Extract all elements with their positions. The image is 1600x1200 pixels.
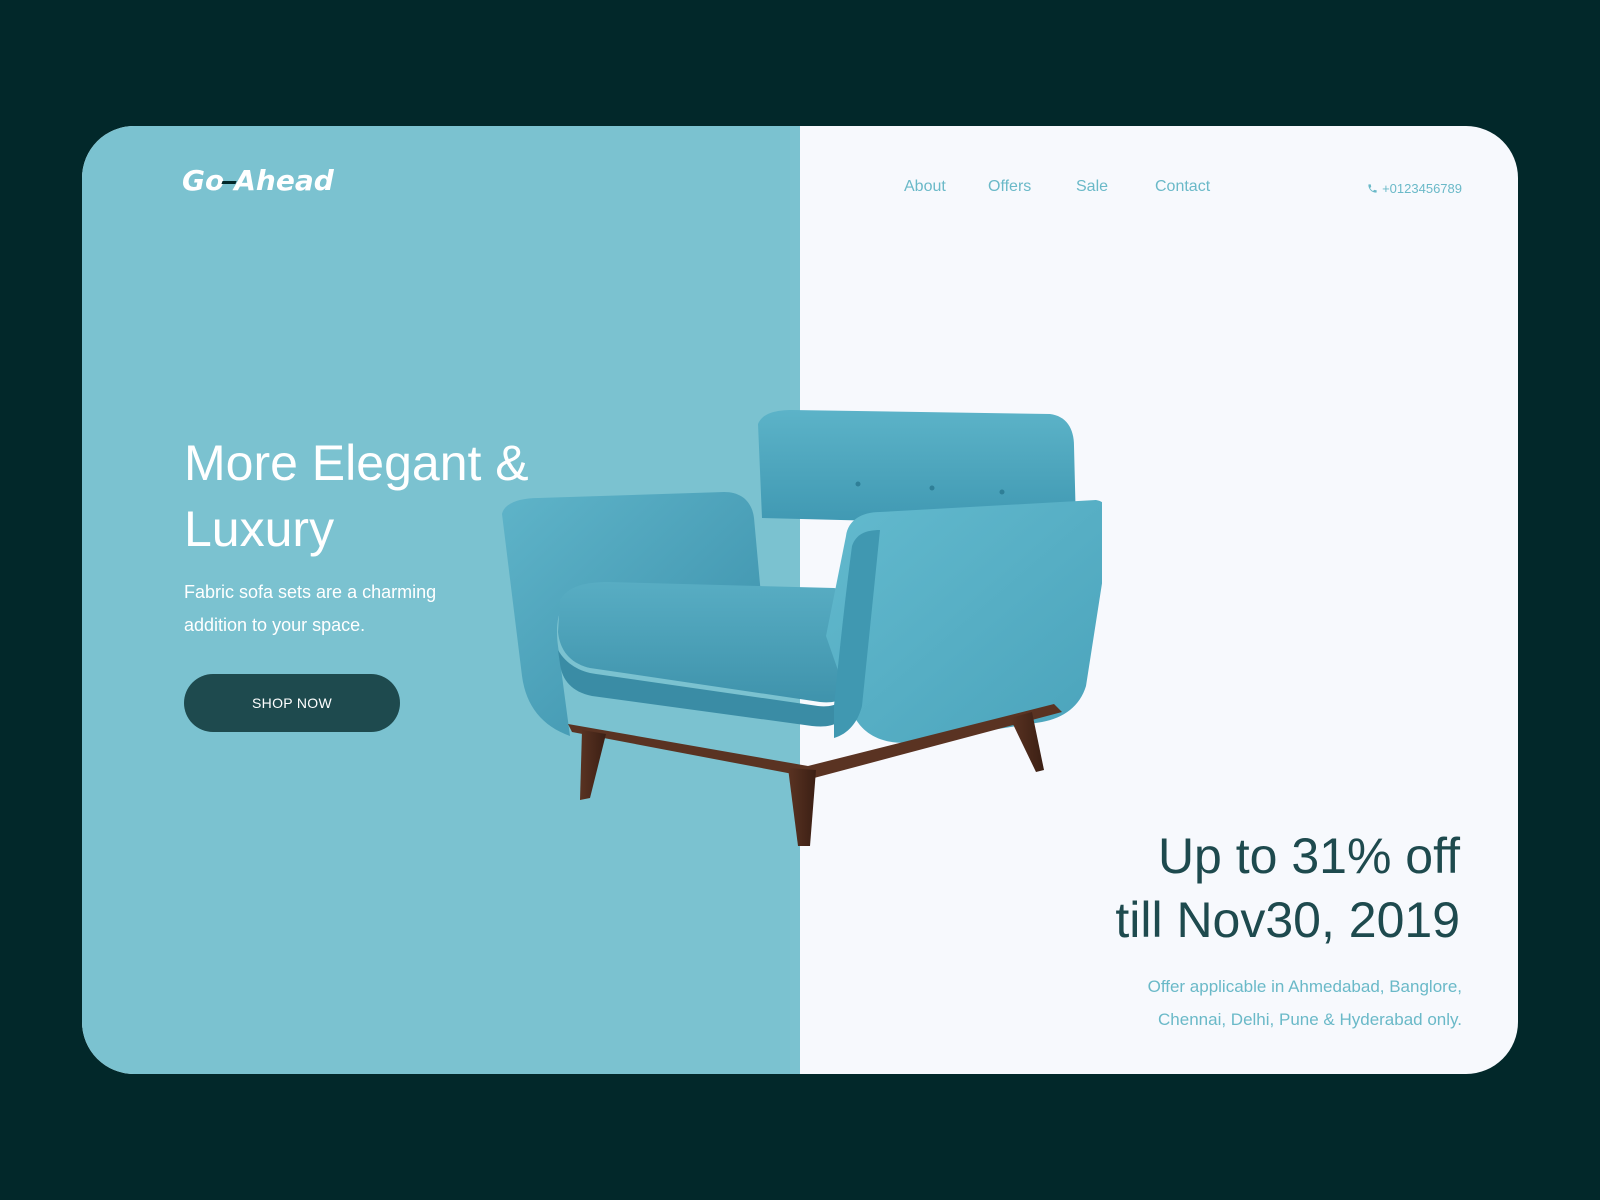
offer-title-line1: Up to 31% off [1157,828,1460,884]
logo-text-ahead: Ahead [234,164,334,197]
nav-item-contact[interactable]: Contact [1155,178,1210,196]
brand-logo[interactable]: Go Ahead [182,164,334,197]
phone-icon [1368,184,1377,193]
armchair-image [502,410,1102,846]
logo-text-go: Go [182,164,225,197]
phone-contact[interactable]: +0123456789 [1367,181,1462,196]
hero-subtitle: Fabric sofa sets are a charming addition… [184,582,437,635]
offer-note-line1: Offer applicable in Ahmedabad, Banglore, [1147,977,1462,996]
offer-note: Offer applicable in Ahmedabad, Banglore,… [1042,970,1462,1036]
phone-number: +0123456789 [1382,181,1462,196]
nav-item-offers[interactable]: Offers [988,178,1031,196]
offer-title-line2: till Nov30, 2019 [1115,892,1460,948]
hero-card: Go Ahead About Offers Sale Contact +01234… [82,126,1518,1074]
nav-item-about[interactable]: About [904,178,946,196]
logo-dash [221,180,237,184]
offer-title: Up to 31% off till Nov30, 2019 [1115,824,1460,952]
shop-now-button[interactable]: SHOP NOW [184,674,400,732]
nav-item-sale[interactable]: Sale [1076,178,1108,196]
offer-note-line2: Chennai, Delhi, Pune & Hyderabad only. [1158,1010,1462,1029]
hero-title-line2: Luxury [184,501,335,557]
